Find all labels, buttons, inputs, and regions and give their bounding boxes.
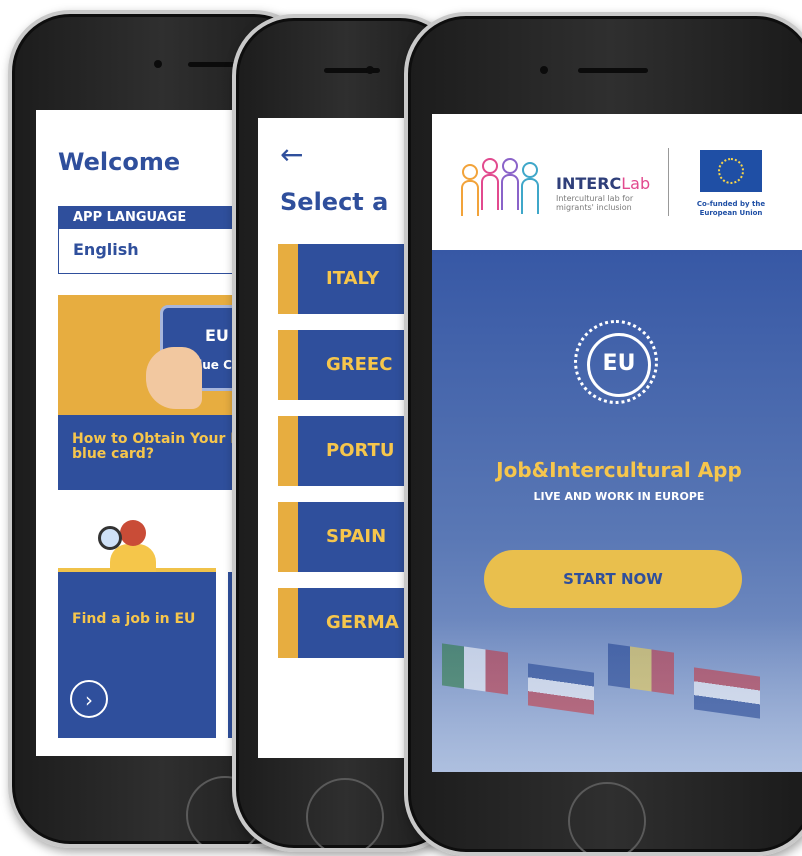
interclab-people-icon [458, 158, 548, 216]
phone-start: INTERCLab Intercultural lab for migrants… [404, 12, 802, 856]
start-now-button[interactable]: START NOW [484, 550, 742, 608]
find-job-title: Find a job in EU [72, 611, 196, 627]
language-select[interactable]: APP LANGUAGE English [58, 206, 246, 274]
country-accent [278, 244, 298, 314]
magnifier-icon [98, 526, 122, 550]
chevron-right-icon[interactable]: › [70, 680, 108, 718]
camera [154, 60, 162, 68]
home-button[interactable] [306, 778, 384, 848]
speaker [578, 68, 648, 73]
country-accent [278, 330, 298, 400]
logo-header: INTERCLab Intercultural lab for migrants… [432, 114, 802, 250]
blue-card-illustration: EU Blue Ca [58, 295, 246, 415]
country-name: PORTU [326, 440, 395, 461]
start-screen: INTERCLab Intercultural lab for migrants… [432, 114, 802, 772]
language-value[interactable]: English [59, 229, 246, 270]
hero-section: EU Job&Intercultural App LIVE AND WORK I… [432, 250, 802, 772]
select-title: Select a [280, 188, 389, 216]
person-head [120, 520, 146, 546]
home-button[interactable] [568, 782, 646, 852]
welcome-title: Welcome [58, 148, 181, 176]
language-label: APP LANGUAGE [59, 207, 246, 229]
hand-icon [146, 347, 202, 409]
country-accent [278, 416, 298, 486]
interclab-subtitle: Intercultural lab for migrants' inclusio… [556, 194, 634, 212]
app-title: Job&Intercultural App [496, 458, 742, 482]
eu-badge-text: EU [587, 333, 651, 397]
eu-badge-icon: EU [574, 320, 658, 404]
country-name: SPAIN [326, 526, 387, 547]
blue-card-title: How to Obtain Your EU blue card? [72, 431, 246, 462]
country-accent [278, 502, 298, 572]
country-accent [278, 588, 298, 658]
camera [540, 66, 548, 74]
country-name: ITALY [326, 268, 380, 289]
back-arrow-icon[interactable]: ← [280, 138, 303, 171]
flags-background [432, 618, 802, 772]
logo-divider [668, 148, 669, 216]
eu-flag-icon [700, 150, 762, 192]
card-eu-text: EU [205, 326, 229, 345]
camera [366, 66, 374, 74]
interclab-logo-text: INTERCLab [556, 174, 651, 193]
country-name: GERMA [326, 612, 399, 633]
find-job-tile[interactable]: Find a job in EU › [58, 572, 216, 738]
app-subtitle: LIVE AND WORK IN EUROPE [533, 490, 705, 503]
blue-card-tile[interactable]: EU Blue Ca How to Obtain Your EU blue ca… [58, 295, 246, 490]
cofunded-text: Co-funded by the European Union [696, 200, 766, 217]
welcome-screen: Welcome APP LANGUAGE English EU Blue Ca … [36, 110, 246, 756]
country-name: GREEC [326, 354, 393, 375]
